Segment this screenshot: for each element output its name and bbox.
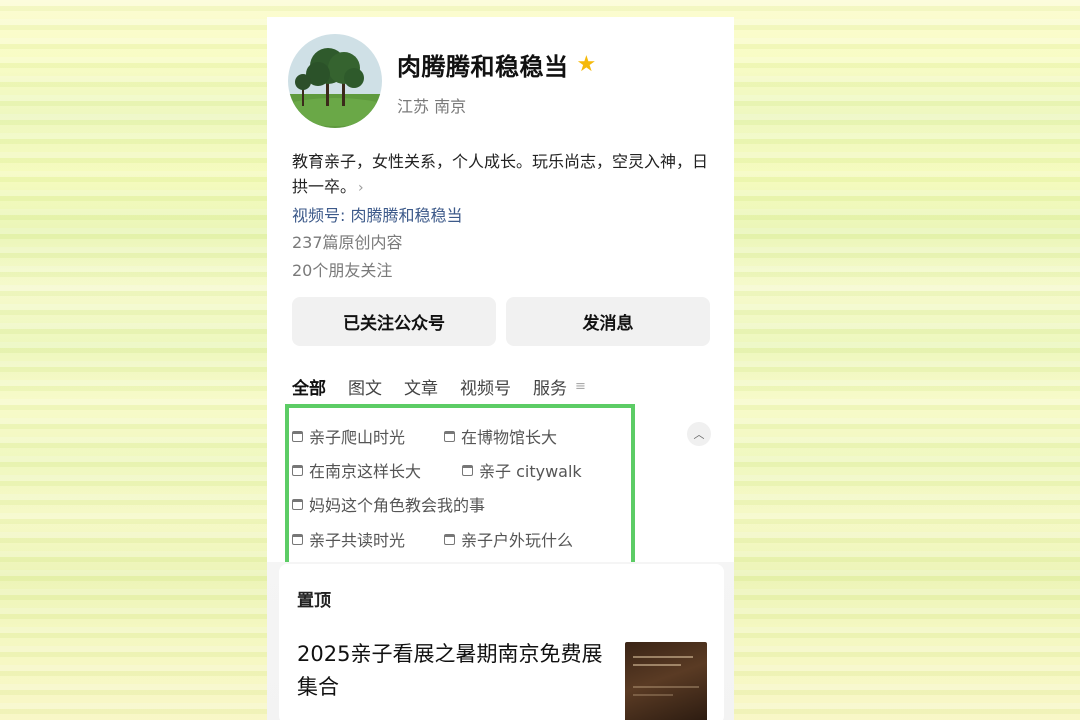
menu-icon[interactable]: ≡	[575, 379, 586, 394]
article-title[interactable]: 2025亲子看展之暑期南京免费展集合	[297, 638, 607, 704]
folder-icon	[292, 533, 303, 545]
account-name: 肉腾腾和稳稳当 ★	[397, 47, 597, 82]
profile-page: 肉腾腾和稳稳当 ★ 江苏 南京 教育亲子，女性关系，个人成长。玩乐尚志，空灵入神…	[267, 17, 734, 720]
original-count: 237篇原创内容	[292, 233, 403, 252]
chevron-up-icon[interactable]: ︿	[687, 422, 711, 446]
collection-item[interactable]: 在南京这样长大	[292, 458, 421, 482]
collection-item[interactable]: 亲子 citywalk	[462, 458, 582, 482]
tab-services[interactable]: 服务	[533, 374, 567, 399]
pinned-article-card[interactable]: 置顶 2025亲子看展之暑期南京免费展集合	[279, 564, 724, 720]
folder-icon	[292, 498, 303, 510]
tab-image-text[interactable]: 图文	[348, 374, 382, 399]
collection-item[interactable]: 亲子共读时光	[292, 527, 405, 551]
folder-icon	[292, 464, 303, 476]
star-icon: ★	[576, 51, 597, 77]
pinned-label: 置顶	[297, 591, 331, 611]
collection-label: 亲子户外玩什么	[461, 531, 574, 550]
chevron-right-icon: ›	[358, 180, 364, 196]
folder-icon	[292, 430, 303, 442]
folder-icon	[462, 464, 473, 476]
tab-articles[interactable]: 文章	[404, 374, 438, 399]
collection-label: 亲子爬山时光	[309, 428, 406, 447]
tab-all[interactable]: 全部	[292, 374, 326, 399]
collection-label: 妈妈这个角色教会我的事	[309, 496, 486, 515]
avatar[interactable]	[288, 34, 382, 128]
collection-item[interactable]: 妈妈这个角色教会我的事	[292, 492, 485, 516]
bio[interactable]: 教育亲子，女性关系，个人成长。玩乐尚志，空灵入神，日拱一卒。 ›	[292, 149, 717, 201]
friends-following[interactable]: 20个朋友关注	[292, 257, 392, 281]
collection-label: 在南京这样长大	[309, 462, 422, 481]
account-name-text: 肉腾腾和稳稳当	[397, 53, 569, 81]
collection-item[interactable]: 亲子户外玩什么	[444, 527, 573, 551]
collection-label: 亲子共读时光	[309, 531, 406, 550]
location: 江苏 南京	[397, 97, 467, 116]
collection-label: 亲子 citywalk	[479, 462, 582, 481]
follow-button[interactable]: 已关注公众号	[292, 297, 496, 346]
folder-icon	[444, 533, 455, 545]
bio-text: 教育亲子，女性关系，个人成长。玩乐尚志，空灵入神，日拱一卒。	[292, 152, 709, 196]
collection-label: 在博物馆长大	[461, 428, 558, 447]
tab-video[interactable]: 视频号	[460, 374, 511, 399]
folder-icon	[444, 430, 455, 442]
article-thumbnail[interactable]	[625, 642, 707, 720]
video-account-link[interactable]: 视频号: 肉腾腾和稳稳当	[292, 202, 462, 226]
collection-item[interactable]: 在博物馆长大	[444, 424, 557, 448]
message-button[interactable]: 发消息	[506, 297, 710, 346]
collection-item[interactable]: 亲子爬山时光	[292, 424, 405, 448]
content-tabs: 全部 图文 文章 视频号 服务 ≡	[292, 374, 586, 399]
